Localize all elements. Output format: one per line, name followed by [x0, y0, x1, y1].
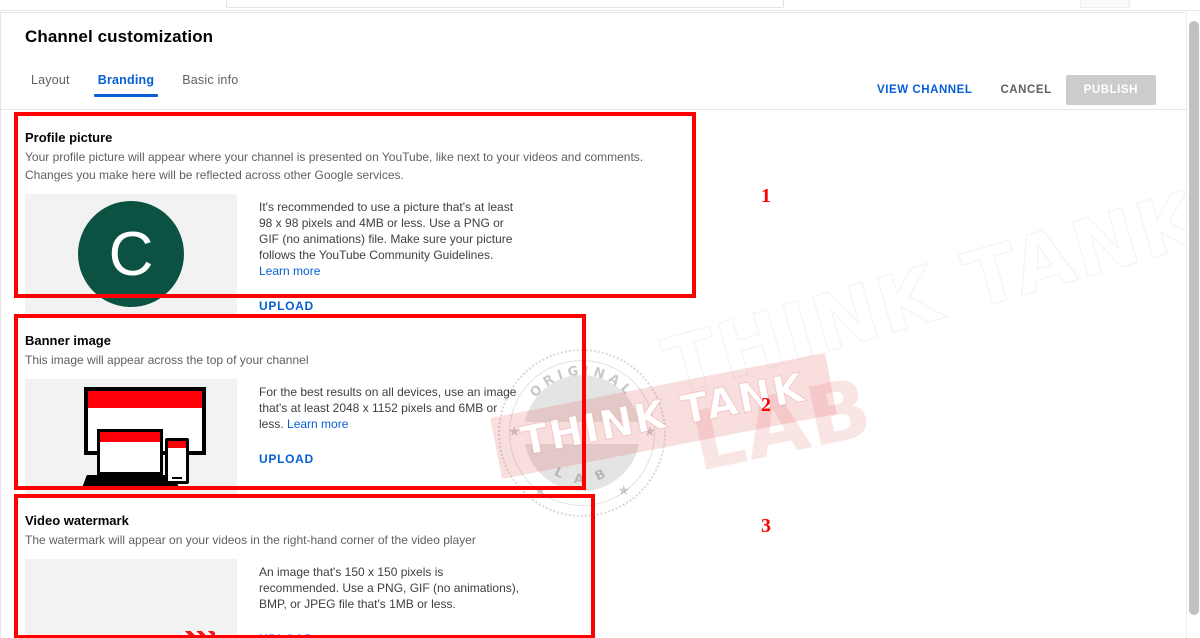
- tab-branding[interactable]: Branding: [84, 73, 168, 97]
- profile-learn-more-link[interactable]: Learn more: [259, 264, 320, 278]
- banner-image-description: This image will appear across the top of…: [25, 353, 309, 367]
- banner-learn-more-link[interactable]: Learn more: [287, 417, 348, 431]
- ghost-search-box[interactable]: [226, 0, 784, 8]
- profile-picture-section: Profile picture Your profile picture wil…: [25, 130, 685, 315]
- banner-image-title: Banner image: [25, 333, 111, 348]
- profile-picture-info: It's recommended to use a picture that's…: [259, 199, 524, 279]
- page-vertical-scrollbar[interactable]: [1186, 12, 1200, 638]
- ghost-toolbar-button[interactable]: [1080, 0, 1130, 8]
- banner-image-section: Banner image This image will appear acro…: [25, 333, 585, 497]
- avatar-letter: C: [108, 219, 154, 289]
- devices-illustration-icon: [41, 384, 221, 492]
- stamp-star-icon: ★: [643, 423, 656, 439]
- channel-customization-page: THINK TANK LAB ORIGINAL L A B ★ ★ ★ ★ TH…: [0, 0, 1200, 638]
- video-watermark-upload-button[interactable]: UPLOAD: [259, 632, 314, 638]
- profile-picture-title: Profile picture: [25, 130, 113, 145]
- header-actions: VIEW CHANNEL CANCEL PUBLISH: [863, 75, 1156, 105]
- video-watermark-preview[interactable]: [25, 559, 237, 638]
- banner-image-info: For the best results on all devices, use…: [259, 384, 524, 432]
- watermark-placeholder-icon: [183, 631, 215, 638]
- profile-picture-upload-button[interactable]: UPLOAD: [259, 299, 314, 313]
- annotation-marker-1: 1: [761, 185, 771, 207]
- banner-image-upload-button[interactable]: UPLOAD: [259, 452, 314, 466]
- stamp-star-icon: ★: [617, 482, 630, 498]
- phone-icon: [165, 438, 189, 484]
- tab-bar: Layout Branding Basic info: [25, 73, 252, 109]
- page-title: Channel customization: [25, 27, 214, 46]
- video-watermark-title: Video watermark: [25, 513, 129, 528]
- watermark-lab-text: LAB: [683, 360, 881, 491]
- header-divider: [1, 109, 1187, 110]
- watermark-think-tank-text: THINK TANK: [654, 174, 1187, 415]
- tab-basic-info[interactable]: Basic info: [168, 73, 252, 97]
- video-watermark-description: The watermark will appear on your videos…: [25, 533, 476, 547]
- video-watermark-info-text: An image that's 150 x 150 pixels is reco…: [259, 565, 520, 611]
- profile-picture-description: Your profile picture will appear where y…: [25, 150, 644, 182]
- profile-picture-info-text: It's recommended to use a picture that's…: [259, 200, 514, 262]
- publish-button[interactable]: PUBLISH: [1065, 75, 1156, 105]
- annotation-marker-2: 2: [761, 394, 771, 416]
- chrome-divider: [0, 10, 1200, 11]
- banner-image-preview[interactable]: [25, 379, 237, 497]
- cancel-button[interactable]: CANCEL: [986, 75, 1065, 105]
- video-watermark-section: Video watermark The watermark will appea…: [25, 513, 585, 638]
- top-chrome-strip: [0, 0, 1200, 11]
- laptop-screen-icon: [97, 429, 163, 475]
- page-vertical-scrollbar-thumb[interactable]: [1189, 21, 1199, 615]
- profile-picture-preview[interactable]: C: [25, 194, 237, 314]
- tab-layout[interactable]: Layout: [25, 73, 84, 97]
- avatar: C: [78, 201, 184, 307]
- view-channel-button[interactable]: VIEW CHANNEL: [863, 75, 986, 105]
- video-watermark-info: An image that's 150 x 150 pixels is reco…: [259, 564, 524, 612]
- main-panel: THINK TANK LAB ORIGINAL L A B ★ ★ ★ ★ TH…: [0, 12, 1187, 638]
- annotation-marker-3: 3: [761, 515, 771, 537]
